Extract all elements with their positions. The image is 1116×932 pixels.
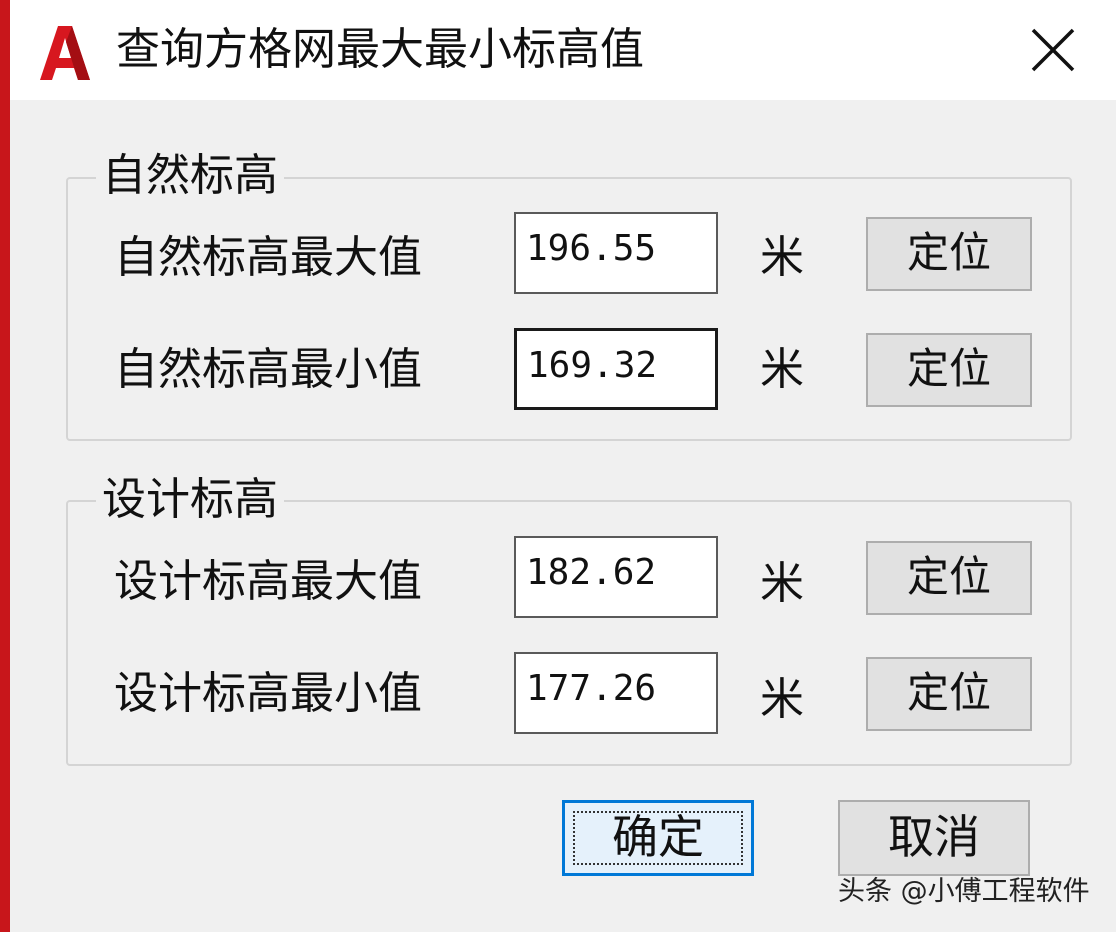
ok-button[interactable]: 确定 bbox=[562, 800, 754, 876]
dialog-title: 查询方格网最大最小标高值 bbox=[116, 24, 644, 75]
natural-min-locate-button[interactable]: 定位 bbox=[866, 333, 1032, 407]
natural-max-unit: 米 bbox=[760, 232, 804, 283]
title-bar[interactable]: 查询方格网最大最小标高值 bbox=[10, 0, 1116, 100]
query-dialog: 查询方格网最大最小标高值 自然标高 自然标高最大值 196.55 米 定位 自然… bbox=[0, 0, 1116, 932]
close-button[interactable] bbox=[1018, 18, 1088, 82]
autocad-logo-icon bbox=[40, 26, 90, 80]
design-min-label: 设计标高最小值 bbox=[114, 668, 422, 719]
natural-elevation-group-title: 自然标高 bbox=[96, 150, 284, 202]
natural-max-field[interactable]: 196.55 bbox=[514, 212, 718, 294]
cancel-button[interactable]: 取消 bbox=[838, 800, 1030, 876]
design-elevation-group-title: 设计标高 bbox=[96, 474, 284, 526]
natural-min-label: 自然标高最小值 bbox=[114, 344, 422, 395]
natural-min-unit: 米 bbox=[760, 344, 804, 395]
design-max-field[interactable]: 182.62 bbox=[514, 536, 718, 618]
design-min-locate-button[interactable]: 定位 bbox=[866, 657, 1032, 731]
natural-max-label: 自然标高最大值 bbox=[114, 232, 422, 283]
natural-min-field[interactable]: 169.32 bbox=[514, 328, 718, 410]
design-max-label: 设计标高最大值 bbox=[114, 556, 422, 607]
ok-button-label: 确定 bbox=[612, 810, 704, 864]
close-icon bbox=[1031, 28, 1075, 72]
design-min-field[interactable]: 177.26 bbox=[514, 652, 718, 734]
design-max-locate-button[interactable]: 定位 bbox=[866, 541, 1032, 615]
watermark: 头条 @小傅工程软件 bbox=[838, 876, 1090, 907]
design-max-unit: 米 bbox=[760, 558, 804, 609]
design-min-unit: 米 bbox=[760, 674, 804, 725]
natural-max-locate-button[interactable]: 定位 bbox=[866, 217, 1032, 291]
